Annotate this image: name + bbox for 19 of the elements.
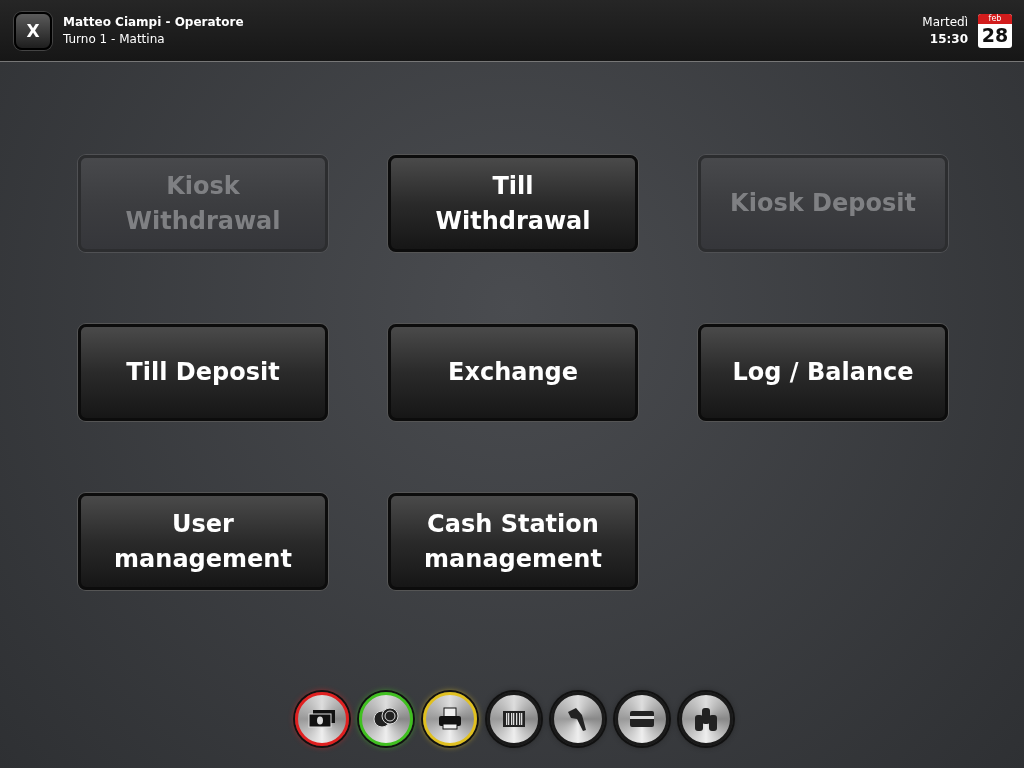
calendar-month: feb [978, 13, 1012, 24]
device-status-button[interactable] [551, 692, 605, 746]
menu-button[interactable]: Till Withdrawal [388, 155, 638, 252]
menu-button[interactable]: User management [78, 493, 328, 590]
device-status-button[interactable] [359, 692, 413, 746]
device-status-button[interactable] [679, 692, 733, 746]
device-status-button[interactable] [615, 692, 669, 746]
time-label: 15:30 [929, 32, 968, 46]
calendar-day: 28 [981, 23, 1009, 46]
menu-button[interactable]: Till Deposit [78, 324, 328, 421]
menu-button[interactable]: Log / Balance [698, 324, 948, 421]
menu-button[interactable]: Cash Station management [388, 493, 638, 590]
shift-label: Turno 1 - Mattina [63, 32, 166, 46]
menu-button[interactable]: Exchange [388, 324, 638, 421]
close-button[interactable]: X [14, 11, 52, 50]
device-status-button[interactable] [487, 692, 541, 746]
device-status-button[interactable] [295, 692, 349, 746]
operator-name: Matteo Ciampi - Operatore [63, 15, 244, 29]
weekday-label: Martedì [922, 15, 968, 29]
